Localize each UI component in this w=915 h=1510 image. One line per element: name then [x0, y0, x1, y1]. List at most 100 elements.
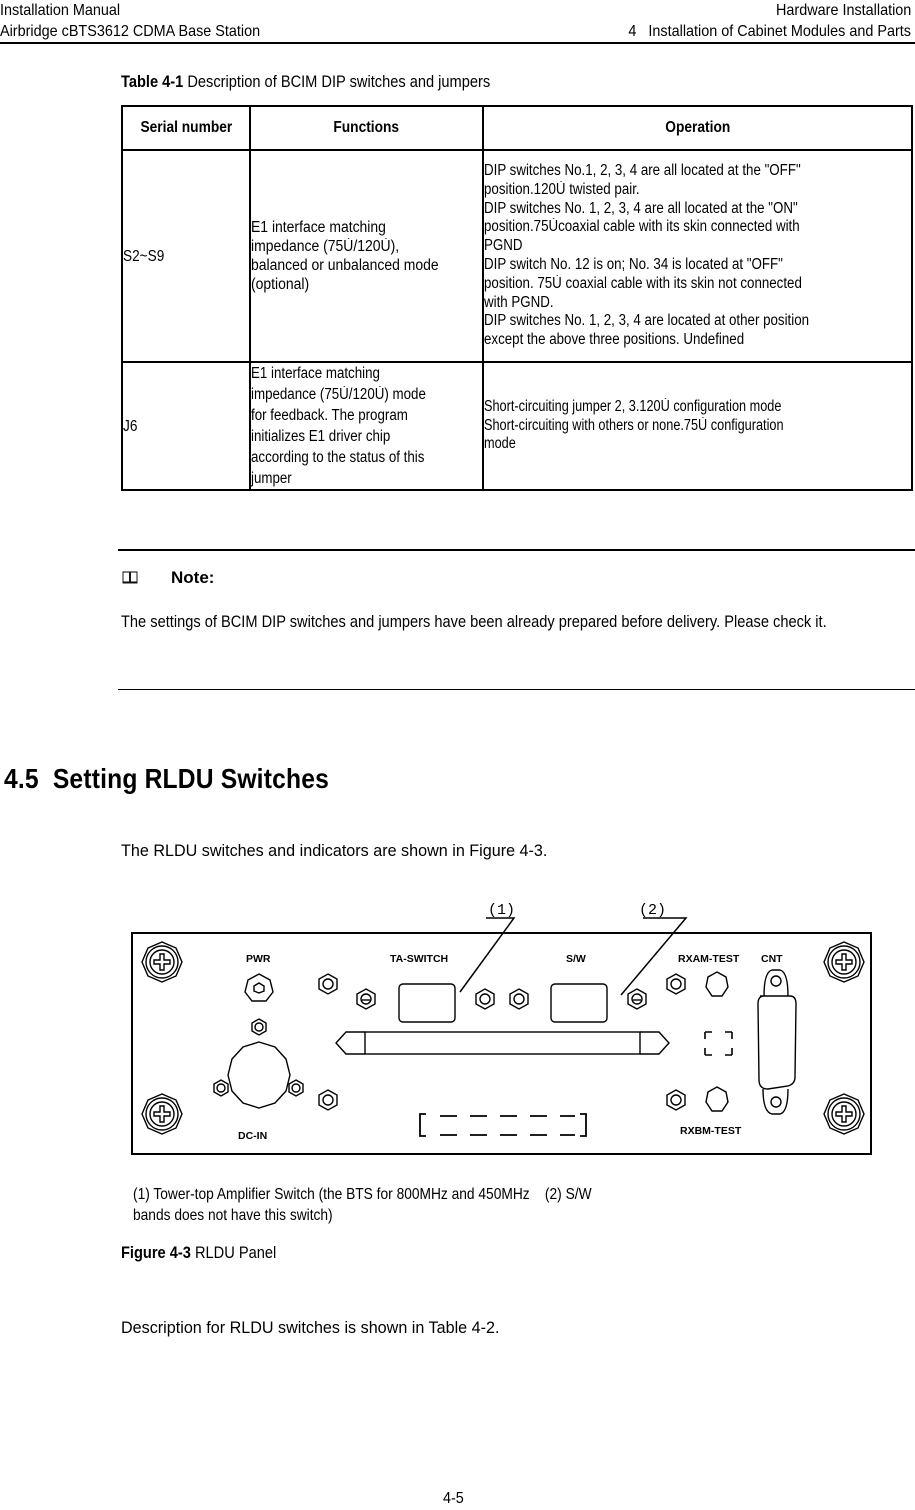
led-indicator: [627, 988, 647, 1010]
cell-line: PGND: [484, 237, 523, 255]
serial-cell: J6: [121, 361, 251, 491]
rldu-panel-figure: (1) (2) PWR TA-SWITCH S/W RXAM-TEST CNT …: [131, 902, 872, 1155]
table-caption: Table 4-1 Description of BCIM DIP switch…: [121, 72, 490, 92]
ta-switch-label: TA-SWITCH: [390, 953, 448, 965]
cell-line: balanced or unbalanced mode: [251, 257, 439, 274]
cell-line: mode: [484, 435, 516, 453]
table-row: S2~S9 E1 interface matching impedance (75…: [121, 149, 913, 363]
led-indicator: [356, 988, 376, 1010]
figure-legend-line-1: (1) Tower-top Amplifier Switch (the BTS …: [133, 1186, 592, 1203]
rxam-test-port: [705, 971, 729, 997]
header-product-name: Airbridge cBTS3612 CDMA Base Station: [0, 23, 261, 40]
cell-line: DIP switch No. 12 is on; No. 34 is locat…: [484, 256, 783, 273]
callout-2-leader: [620, 917, 688, 996]
cell-line: position. 75Ù coaxial cable with its ski…: [484, 274, 802, 292]
led-bar-window: [419, 1113, 587, 1137]
header-divider: [0, 42, 915, 44]
table-header-row: Serial number Functions Operation: [121, 105, 913, 151]
header-left: Installation Manual Airbridge cBTS3612 C…: [0, 0, 289, 42]
callout-2-label: (2): [639, 902, 666, 919]
nut-icon: [475, 988, 495, 1010]
section-intro-text: The RLDU switches and indicators are sho…: [121, 841, 548, 860]
figure-caption: Figure 4-3 RLDU Panel: [121, 1243, 276, 1263]
sw-label: S/W: [566, 953, 586, 965]
table-caption-label: Table 4-1: [121, 72, 184, 91]
table-caption-text: Description of BCIM DIP switches and jum…: [187, 72, 491, 91]
rxbm-test-port: [705, 1086, 729, 1112]
operation-cell: Short-circuiting jumper 2, 3.120Ù config…: [482, 361, 913, 491]
function-text: E1 interface matching impedance (75Ù/120Ù…: [251, 218, 482, 294]
cnt-connector: [757, 969, 797, 1115]
nut-icon: [318, 1089, 338, 1111]
operation-cell: DIP switches No.1, 2, 3, 4 are all locat…: [482, 149, 913, 363]
nut-icon: [318, 973, 338, 995]
note-body: The settings of BCIM DIP switches and ju…: [121, 612, 827, 631]
figure-legend: (1) Tower-top Amplifier Switch (the BTS …: [133, 1184, 666, 1226]
operation-text: DIP switches No.1, 2, 3, 4 are all locat…: [484, 162, 911, 350]
cell-line: E1 interface matching: [251, 219, 386, 236]
table-row: J6 E1 interface matching impedance (75Ù/1…: [121, 361, 913, 491]
screw-icon: [141, 1093, 183, 1135]
cell-line: Short-circuiting with others or none.75Ù…: [484, 416, 784, 434]
ta-switch: [398, 983, 456, 1023]
figure-caption-label: Figure 4-3: [121, 1243, 191, 1262]
cell-line: jumper: [251, 470, 292, 487]
cell-line: DIP switches No. 1, 2, 3, 4 are all loca…: [484, 199, 798, 217]
cell-line: impedance (75Ù/120Ù),: [251, 238, 400, 255]
figure-caption-text: RLDU Panel: [194, 1243, 277, 1262]
panel-handle: [335, 1031, 670, 1055]
header-manual-title: Installation Manual: [0, 2, 121, 19]
cell-line: except the above three positions. Undefi…: [484, 331, 745, 349]
header-right: Hardware Installation 4 Installation of …: [597, 0, 911, 42]
rxam-test-label: RXAM-TEST: [678, 953, 740, 965]
pwr-label: PWR: [246, 953, 271, 965]
screw-icon: [823, 941, 865, 983]
dc-in-label: DC-IN: [238, 1130, 267, 1142]
cell-line: DIP switches No.1, 2, 3, 4 are all locat…: [484, 162, 801, 180]
cell-line: position.120Ù twisted pair.: [484, 180, 640, 198]
header-part-title: Hardware Installation: [775, 2, 911, 19]
cell-line: Short-circuiting jumper 2, 3.120Ù config…: [484, 397, 782, 415]
nut-icon: [288, 1079, 304, 1097]
panel-outline: [131, 932, 872, 1155]
function-text: E1 interface matching impedance (75Ù/120Ù…: [251, 363, 482, 489]
figure-legend-line-2: bands does not have this switch): [133, 1207, 333, 1224]
cell-line: (optional): [251, 276, 310, 293]
note-title: Note:: [171, 568, 215, 587]
cell-line: with PGND.: [484, 293, 554, 311]
column-header-functions: Functions: [249, 105, 484, 151]
callout-1-leader: [459, 917, 516, 993]
column-header-operation: Operation: [482, 105, 913, 151]
rxbm-test-label: RXBM-TEST: [680, 1125, 742, 1137]
nut-icon: [213, 1079, 229, 1097]
callout-1-label: (1): [488, 902, 515, 919]
screw-icon: [141, 941, 183, 983]
sw-switch: [550, 983, 608, 1023]
nut-icon: [666, 973, 686, 995]
column-header-serial: Serial number: [121, 105, 251, 151]
page-number: 4-5: [443, 1490, 464, 1507]
pwr-indicator: [244, 973, 274, 1002]
operation-text: Short-circuiting jumper 2, 3.120Ù config…: [484, 398, 911, 454]
serial-cell: S2~S9: [121, 149, 251, 363]
cell-line: impedance (75Ù/120Ù) mode: [251, 386, 426, 403]
bcim-switch-table: Serial number Functions Operation S2~S9 …: [121, 105, 913, 491]
cell-line: for feedback. The program: [251, 407, 408, 424]
cnt-label: CNT: [761, 953, 783, 965]
nut-icon: [509, 988, 529, 1010]
function-cell: E1 interface matching impedance (75Ù/120Ù…: [249, 361, 484, 491]
book-icon: [122, 571, 138, 584]
indicator-window: [704, 1031, 733, 1056]
header-chapter-title: 4 Installation of Cabinet Modules and Pa…: [628, 23, 911, 40]
dc-in-connector: [227, 1041, 291, 1109]
nut-icon: [666, 1089, 686, 1111]
note-top-divider: [118, 549, 915, 551]
section-heading: 4.5 Setting RLDU Switches: [4, 763, 329, 794]
cell-line: initializes E1 driver chip: [251, 428, 391, 445]
function-cell: E1 interface matching impedance (75Ù/120Ù…: [249, 149, 484, 363]
screw-icon: [823, 1093, 865, 1135]
section-outro-text: Description for RLDU switches is shown i…: [121, 1318, 500, 1337]
cell-line: position.75Ùcoaxial cable with its skin …: [484, 218, 800, 236]
cell-line: DIP switches No. 1, 2, 3, 4 are located …: [484, 312, 810, 330]
cell-line: E1 interface matching: [251, 365, 380, 382]
